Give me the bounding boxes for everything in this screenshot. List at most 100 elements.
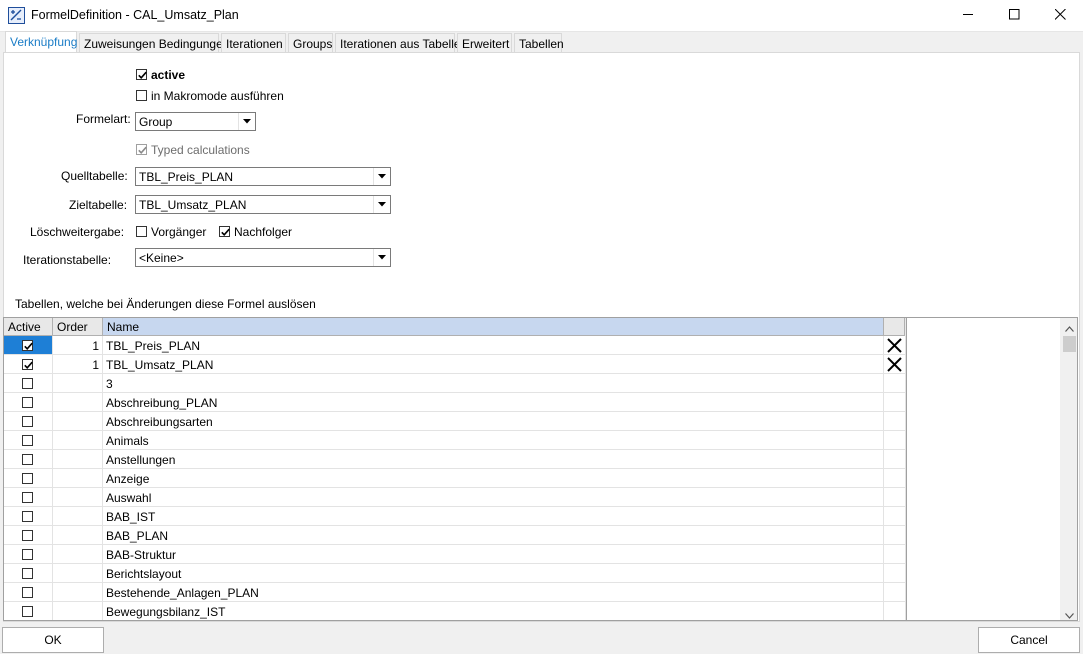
table-row[interactable]: 3 [4, 374, 906, 393]
row-active-cell[interactable] [4, 336, 53, 355]
row-name-cell[interactable]: 3 [103, 374, 884, 393]
tab-zuweisungen-bedingungen[interactable]: Zuweisungen Bedingungen [79, 33, 229, 53]
table-row[interactable]: BAB_PLAN [4, 526, 906, 545]
column-header-name[interactable]: Name [103, 318, 884, 336]
row-active-cell[interactable] [4, 526, 53, 545]
row-active-checkbox[interactable] [22, 416, 33, 427]
row-order-cell[interactable] [53, 450, 103, 469]
row-active-checkbox[interactable] [22, 378, 33, 389]
row-name-cell[interactable]: Bestehende_Anlagen_PLAN [103, 583, 884, 602]
row-active-checkbox[interactable] [22, 492, 33, 503]
table-row[interactable]: Bestehende_Anlagen_PLAN [4, 583, 906, 602]
table-row[interactable]: BAB-Struktur [4, 545, 906, 564]
row-active-checkbox[interactable] [22, 340, 33, 351]
tab-verknuepfung[interactable]: Verknüpfung [5, 31, 77, 53]
ok-button[interactable]: OK [2, 627, 104, 653]
row-name-cell[interactable]: TBL_Umsatz_PLAN [103, 355, 884, 374]
vorgaenger-checkbox[interactable] [136, 226, 147, 237]
makromode-checkbox[interactable] [136, 90, 147, 101]
row-active-cell[interactable] [4, 469, 53, 488]
row-active-checkbox[interactable] [22, 359, 33, 370]
row-name-cell[interactable]: Animals [103, 431, 884, 450]
row-active-checkbox[interactable] [22, 397, 33, 408]
row-active-checkbox[interactable] [22, 587, 33, 598]
table-row[interactable]: Berichtslayout [4, 564, 906, 583]
row-active-cell[interactable] [4, 355, 53, 374]
row-order-cell[interactable] [53, 507, 103, 526]
chevron-up-icon[interactable] [1065, 321, 1074, 335]
table-row[interactable]: Animals [4, 431, 906, 450]
row-order-cell[interactable] [53, 564, 103, 583]
row-name-cell[interactable]: Abschreibung_PLAN [103, 393, 884, 412]
row-active-checkbox[interactable] [22, 549, 33, 560]
vertical-scrollbar[interactable] [1060, 318, 1077, 620]
row-delete-cell[interactable] [884, 355, 906, 374]
row-active-cell[interactable] [4, 450, 53, 469]
tab-erweitert[interactable]: Erweitert [457, 33, 512, 53]
table-row[interactable]: Abschreibungsarten [4, 412, 906, 431]
row-active-cell[interactable] [4, 488, 53, 507]
row-active-cell[interactable] [4, 431, 53, 450]
table-row[interactable]: Auswahl [4, 488, 906, 507]
row-name-cell[interactable]: Anstellungen [103, 450, 884, 469]
chevron-down-icon[interactable] [1065, 608, 1074, 620]
tab-tabellen[interactable]: Tabellen [514, 33, 564, 53]
row-name-cell[interactable]: BAB_IST [103, 507, 884, 526]
row-active-cell[interactable] [4, 507, 53, 526]
scrollbar-thumb[interactable] [1063, 336, 1076, 352]
row-active-cell[interactable] [4, 602, 53, 620]
row-order-cell[interactable] [53, 526, 103, 545]
row-active-checkbox[interactable] [22, 606, 33, 617]
row-delete-cell[interactable] [884, 336, 906, 355]
row-active-checkbox[interactable] [22, 473, 33, 484]
table-row[interactable]: BAB_IST [4, 507, 906, 526]
row-order-cell[interactable] [53, 488, 103, 507]
table-row[interactable]: Abschreibung_PLAN [4, 393, 906, 412]
formelart-dropdown[interactable]: Group [135, 112, 256, 131]
row-active-cell[interactable] [4, 412, 53, 431]
row-active-cell[interactable] [4, 583, 53, 602]
maximize-button[interactable] [991, 0, 1037, 31]
row-order-cell[interactable] [53, 412, 103, 431]
row-name-cell[interactable]: Abschreibungsarten [103, 412, 884, 431]
row-order-cell[interactable]: 1 [53, 355, 103, 374]
nachfolger-checkbox[interactable] [219, 226, 230, 237]
zieltabelle-dropdown[interactable]: TBL_Umsatz_PLAN [135, 195, 391, 214]
row-order-cell[interactable] [53, 545, 103, 564]
row-order-cell[interactable] [53, 393, 103, 412]
tab-iterationen[interactable]: Iterationen [221, 33, 286, 53]
row-name-cell[interactable]: Auswahl [103, 488, 884, 507]
table-row[interactable]: 1 TBL_Umsatz_PLAN [4, 355, 906, 374]
table-row[interactable]: Anstellungen [4, 450, 906, 469]
row-name-cell[interactable]: BAB-Struktur [103, 545, 884, 564]
row-active-checkbox[interactable] [22, 568, 33, 579]
row-active-cell[interactable] [4, 564, 53, 583]
row-active-checkbox[interactable] [22, 511, 33, 522]
tab-iterationen-aus-tabelle[interactable]: Iterationen aus Tabelle [335, 33, 461, 53]
row-active-checkbox[interactable] [22, 435, 33, 446]
row-active-checkbox[interactable] [22, 530, 33, 541]
typed-calculations-checkbox[interactable] [136, 144, 147, 155]
row-order-cell[interactable] [53, 374, 103, 393]
row-active-cell[interactable] [4, 393, 53, 412]
table-row[interactable]: 1 TBL_Preis_PLAN [4, 336, 906, 355]
row-order-cell[interactable] [53, 469, 103, 488]
quelltabelle-dropdown[interactable]: TBL_Preis_PLAN [135, 167, 391, 186]
row-name-cell[interactable]: Bewegungsbilanz_IST [103, 602, 884, 620]
close-button[interactable] [1037, 0, 1083, 31]
row-name-cell[interactable]: Anzeige [103, 469, 884, 488]
row-order-cell[interactable]: 1 [53, 336, 103, 355]
iterationstabelle-dropdown[interactable]: <Keine> [135, 248, 391, 267]
row-active-checkbox[interactable] [22, 454, 33, 465]
column-header-order[interactable]: Order [53, 318, 103, 336]
minimize-button[interactable] [945, 0, 991, 31]
row-active-cell[interactable] [4, 545, 53, 564]
table-row[interactable]: Anzeige [4, 469, 906, 488]
row-order-cell[interactable] [53, 583, 103, 602]
table-row[interactable]: Bewegungsbilanz_IST [4, 602, 906, 620]
row-name-cell[interactable]: Berichtslayout [103, 564, 884, 583]
tab-groups[interactable]: Groups [288, 33, 333, 53]
column-header-active[interactable]: Active [4, 318, 53, 336]
row-name-cell[interactable]: BAB_PLAN [103, 526, 884, 545]
row-order-cell[interactable] [53, 431, 103, 450]
